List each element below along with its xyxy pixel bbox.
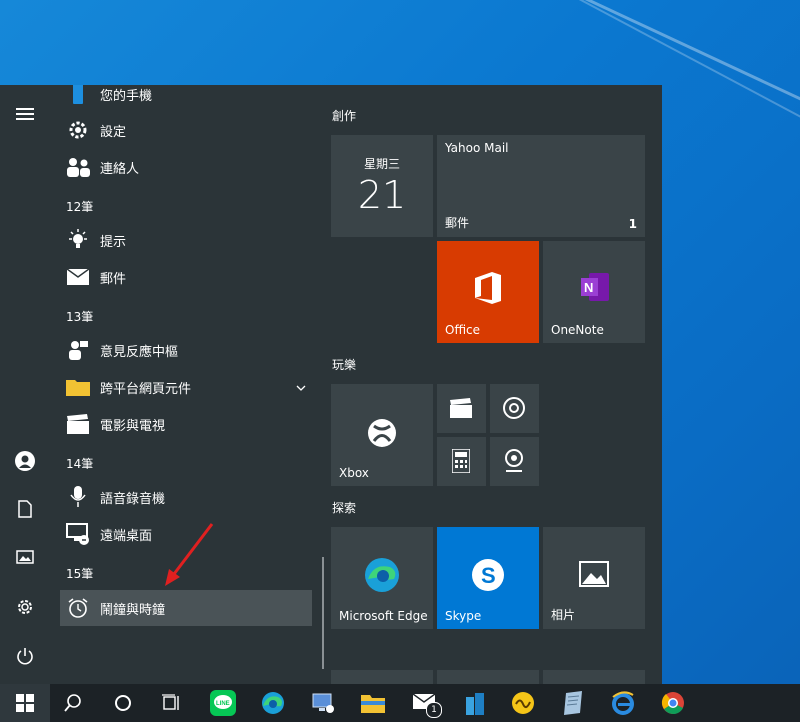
music-disc-icon — [503, 397, 525, 423]
office-icon — [473, 271, 503, 309]
tile-calculator[interactable] — [437, 437, 486, 486]
document-icon[interactable] — [12, 496, 38, 522]
app-your-phone[interactable]: 您的手機 — [60, 85, 312, 112]
app-remote-desktop[interactable]: 遠端桌面 — [60, 516, 312, 552]
mail-icon — [64, 263, 92, 291]
start-rail — [0, 85, 50, 684]
svg-text:N: N — [584, 280, 593, 295]
app-web-components[interactable]: 跨平台網頁元件 — [60, 369, 312, 405]
cortana-icon[interactable] — [108, 688, 138, 718]
power-icon[interactable] — [12, 643, 38, 669]
people-icon — [64, 153, 92, 181]
tile-partial[interactable] — [437, 670, 539, 684]
tile-office[interactable]: Office — [437, 241, 539, 343]
group-header-explore[interactable]: 探索 — [332, 499, 356, 516]
user-account-icon[interactable] — [12, 448, 38, 474]
app-tips[interactable]: 提示 — [60, 222, 312, 258]
chevron-down-icon[interactable] — [296, 377, 306, 396]
tile-maps[interactable] — [490, 437, 539, 486]
mail-count-badge: 1 — [628, 217, 637, 231]
lightbulb-icon — [64, 226, 92, 254]
yellow-app-icon[interactable] — [508, 688, 538, 718]
tile-movies-tv[interactable] — [437, 384, 486, 433]
svg-text:LINE: LINE — [216, 701, 230, 707]
tile-mail[interactable]: Yahoo Mail 郵件 1 — [437, 135, 645, 237]
app-people[interactable]: 連絡人 — [60, 149, 312, 185]
tile-onenote[interactable]: N OneNote — [543, 241, 645, 343]
remote-desktop-icon[interactable] — [308, 688, 338, 718]
task-view-icon[interactable] — [156, 688, 186, 718]
tile-calendar[interactable]: 星期三 21 — [331, 135, 433, 237]
edge-browser-icon[interactable] — [258, 688, 288, 718]
app-alarms-clock[interactable]: 鬧鐘與時鐘 — [60, 590, 312, 626]
tile-skype[interactable]: S Skype — [437, 527, 539, 629]
pictures-icon[interactable] — [12, 544, 38, 570]
settings-gear-icon[interactable] — [12, 594, 38, 620]
edge-icon — [364, 557, 400, 597]
section-header[interactable]: 14筆 — [66, 455, 93, 472]
app-list: 您的手機 設定 連絡人 12筆 提示 郵件 13筆 意見反應中樞 跨平台網頁元件 — [50, 85, 318, 684]
alarm-clock-icon — [64, 594, 92, 622]
search-icon[interactable] — [58, 688, 88, 718]
hamburger-menu-icon[interactable] — [12, 101, 38, 127]
tile-groove-music[interactable] — [490, 384, 539, 433]
section-header[interactable]: 15筆 — [66, 565, 93, 582]
notepad-app-icon[interactable] — [558, 688, 588, 718]
tile-partial[interactable] — [543, 670, 645, 684]
building-app-icon[interactable] — [460, 688, 490, 718]
taskbar: LINE 1 — [0, 684, 800, 722]
app-mail[interactable]: 郵件 — [60, 259, 312, 295]
gear-icon — [64, 116, 92, 144]
group-header-play[interactable]: 玩樂 — [332, 356, 356, 373]
tile-partial[interactable] — [331, 670, 433, 684]
onenote-icon: N — [579, 271, 611, 307]
xbox-icon — [367, 418, 397, 452]
app-voice-recorder[interactable]: 語音錄音機 — [60, 479, 312, 515]
svg-text:S: S — [481, 563, 496, 588]
calculator-icon — [451, 448, 471, 477]
start-menu: 您的手機 設定 連絡人 12筆 提示 郵件 13筆 意見反應中樞 跨平台網頁元件 — [0, 85, 662, 684]
notification-badge: 1 — [426, 702, 442, 718]
tile-photos[interactable]: 相片 — [543, 527, 645, 629]
tile-area: 創作 星期三 21 Yahoo Mail 郵件 1 Office N OneNo… — [330, 85, 662, 684]
microphone-icon — [64, 483, 92, 511]
app-settings[interactable]: 設定 — [60, 112, 312, 148]
group-header-create[interactable]: 創作 — [332, 107, 356, 124]
internet-explorer-icon[interactable] — [608, 688, 638, 718]
line-app-icon[interactable]: LINE — [208, 688, 238, 718]
chrome-icon[interactable] — [658, 688, 688, 718]
start-button[interactable] — [0, 684, 50, 722]
phone-icon — [64, 85, 92, 108]
photo-icon — [579, 561, 609, 591]
tile-edge[interactable]: Microsoft Edge — [331, 527, 433, 629]
remote-desktop-icon — [64, 520, 92, 548]
tile-xbox[interactable]: Xbox — [331, 384, 433, 486]
film-clapper-icon — [64, 410, 92, 438]
section-header[interactable]: 12筆 — [66, 198, 93, 215]
map-pin-icon — [503, 449, 525, 477]
folder-icon — [64, 373, 92, 401]
app-movies-tv[interactable]: 電影與電視 — [60, 406, 312, 442]
skype-icon: S — [470, 557, 506, 597]
feedback-icon — [64, 336, 92, 364]
app-feedback-hub[interactable]: 意見反應中樞 — [60, 332, 312, 368]
mail-taskbar-icon[interactable]: 1 — [410, 688, 442, 718]
section-header[interactable]: 13筆 — [66, 308, 93, 325]
scrollbar[interactable] — [322, 557, 324, 669]
film-clapper-icon — [450, 398, 472, 422]
file-explorer-icon[interactable] — [358, 688, 388, 718]
